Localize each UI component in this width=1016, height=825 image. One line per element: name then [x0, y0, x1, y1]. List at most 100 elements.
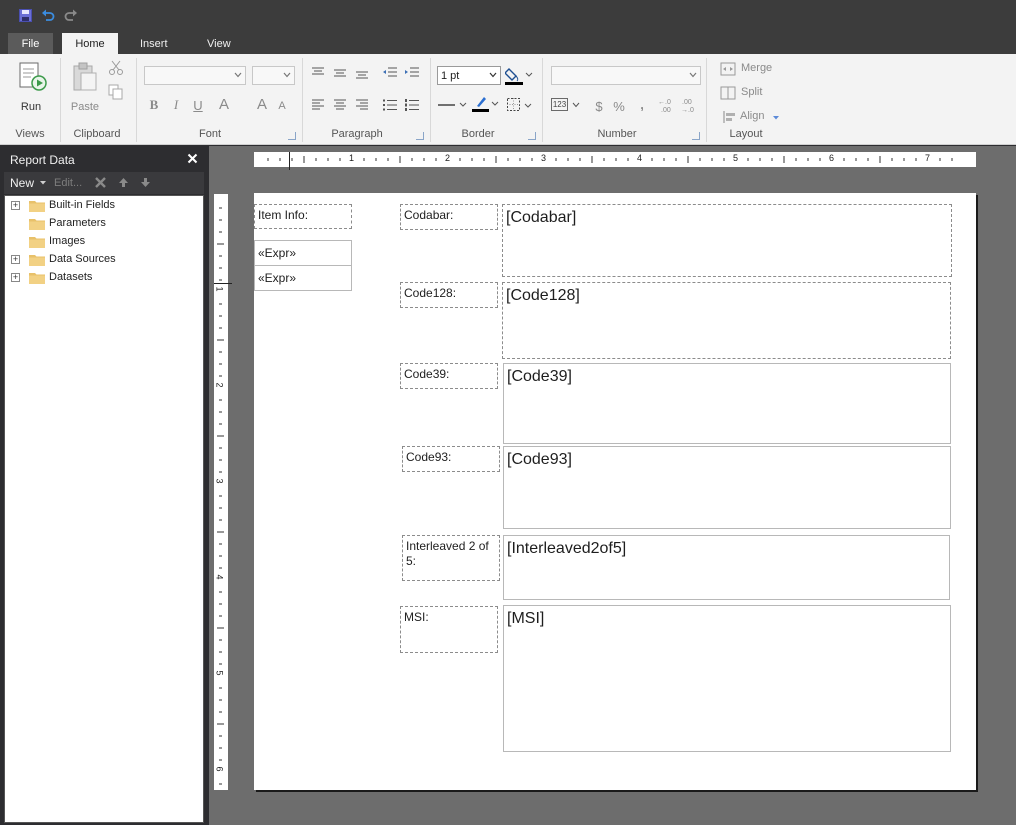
- italic-button[interactable]: I: [166, 95, 186, 115]
- align-top-icon[interactable]: [310, 66, 326, 83]
- report-data-tree: + Built-in Fields Parameters Images + Da…: [4, 195, 204, 823]
- msi-barcode[interactable]: [MSI]: [503, 605, 951, 752]
- font-size-select[interactable]: [252, 66, 295, 85]
- svg-text:.00: .00: [682, 99, 692, 106]
- shrink-font-button[interactable]: A: [272, 96, 292, 116]
- paste-label: Paste: [70, 101, 100, 113]
- align-center-icon[interactable]: [332, 98, 348, 115]
- code39-label[interactable]: Code39:: [400, 363, 498, 389]
- paste-button[interactable]: Paste: [66, 60, 104, 114]
- grow-font-button[interactable]: A: [252, 94, 272, 114]
- border-dialog-launcher[interactable]: [528, 132, 536, 140]
- fill-color-icon[interactable]: [504, 66, 533, 89]
- align-objects-icon: [723, 111, 735, 123]
- number-dialog-launcher[interactable]: [692, 132, 700, 140]
- move-down-icon[interactable]: [140, 177, 151, 191]
- codabar-barcode[interactable]: [Codabar]: [502, 204, 952, 277]
- tree-item-parameters[interactable]: Parameters: [5, 215, 203, 233]
- align-left-icon[interactable]: [310, 98, 326, 115]
- align-button[interactable]: Align: [722, 109, 782, 127]
- ruler-number: 2: [214, 382, 225, 388]
- ruler-number: 1: [349, 153, 355, 163]
- expand-icon[interactable]: +: [11, 255, 20, 264]
- border-color-icon[interactable]: [469, 94, 501, 117]
- tab-home[interactable]: Home: [62, 33, 118, 54]
- separator: [302, 58, 303, 142]
- ruler-number: 2: [445, 153, 451, 163]
- new-button[interactable]: New: [10, 176, 34, 190]
- border-width-select[interactable]: 1 pt: [437, 66, 501, 85]
- redo-icon[interactable]: [62, 6, 80, 24]
- align-middle-icon[interactable]: [332, 66, 348, 83]
- decrease-indent-icon[interactable]: [382, 66, 398, 83]
- bullets-icon[interactable]: [382, 98, 398, 115]
- increase-decimal-icon[interactable]: ←.0.00: [657, 96, 677, 117]
- undo-icon[interactable]: [39, 6, 57, 24]
- font-dialog-launcher[interactable]: [288, 132, 296, 140]
- code128-barcode[interactable]: [Code128]: [502, 282, 951, 359]
- tree-item-datasets[interactable]: + Datasets: [5, 269, 203, 287]
- merge-label: Merge: [741, 62, 773, 74]
- run-button[interactable]: Run: [13, 60, 49, 114]
- folder-icon: [29, 201, 45, 212]
- interleaved-2-of-5-label[interactable]: Interleaved 2 of 5:: [402, 535, 500, 581]
- expr-textbox-2[interactable]: «Expr»: [254, 265, 352, 291]
- cut-icon[interactable]: [108, 60, 124, 79]
- decrease-decimal-icon[interactable]: .00 →.0: [680, 96, 700, 117]
- code93-label[interactable]: Code93:: [402, 446, 500, 472]
- align-bottom-icon[interactable]: [354, 66, 370, 83]
- code93-barcode[interactable]: [Code93]: [503, 446, 951, 529]
- number-format-select[interactable]: [551, 66, 701, 85]
- paste-icon: [72, 62, 98, 95]
- separator: [430, 58, 431, 142]
- comma-button[interactable]: ,: [632, 94, 652, 114]
- edit-button[interactable]: Edit...: [54, 177, 82, 189]
- close-icon[interactable]: [187, 153, 198, 167]
- tree-item-label: Images: [49, 235, 86, 247]
- panel-title: Report Data: [10, 153, 75, 167]
- msi-label[interactable]: MSI:: [400, 606, 498, 653]
- borders-icon[interactable]: [506, 97, 534, 116]
- svg-text:←.0: ←.0: [658, 99, 671, 106]
- copy-icon[interactable]: [108, 84, 124, 103]
- item-info-textbox[interactable]: Item Info:: [254, 204, 352, 229]
- code39-barcode[interactable]: [Code39]: [503, 363, 951, 444]
- split-cells-icon: [720, 86, 736, 100]
- placeholder-button[interactable]: 123: [551, 97, 581, 115]
- paragraph-dialog-launcher[interactable]: [416, 132, 424, 140]
- underline-button[interactable]: U: [188, 95, 208, 115]
- numbering-icon[interactable]: [404, 98, 420, 115]
- tree-item-images[interactable]: Images: [5, 233, 203, 251]
- bold-button[interactable]: B: [144, 95, 164, 115]
- merge-cells-icon: [720, 62, 736, 76]
- interleaved-2-of-5-barcode[interactable]: [Interleaved2of5]: [503, 535, 950, 600]
- tab-view[interactable]: View: [197, 33, 241, 54]
- save-icon[interactable]: [16, 6, 34, 24]
- report-page[interactable]: Item Info: «Expr» «Expr» Codabar: [Codab…: [254, 193, 976, 790]
- align-right-icon[interactable]: [354, 98, 370, 115]
- chevron-down-icon: [283, 72, 291, 78]
- codabar-label[interactable]: Codabar:: [400, 204, 498, 230]
- tab-file[interactable]: File: [8, 33, 53, 54]
- ruler-number: 4: [637, 153, 643, 163]
- split-label: Split: [741, 86, 763, 98]
- border-style-icon[interactable]: [437, 98, 469, 115]
- tree-item-built-in-fields[interactable]: + Built-in Fields: [5, 197, 203, 215]
- tab-insert[interactable]: Insert: [130, 33, 178, 54]
- percent-button[interactable]: %: [609, 96, 629, 116]
- move-up-icon[interactable]: [118, 177, 129, 191]
- expand-icon[interactable]: +: [11, 201, 20, 210]
- folder-icon: [29, 255, 45, 266]
- expand-icon[interactable]: +: [11, 273, 20, 282]
- tree-item-data-sources[interactable]: + Data Sources: [5, 251, 203, 269]
- font-family-select[interactable]: [144, 66, 246, 85]
- delete-icon[interactable]: [94, 176, 107, 192]
- code128-label[interactable]: Code128:: [400, 282, 498, 308]
- chevron-down-icon: [234, 72, 242, 78]
- chevron-down-icon: [572, 102, 580, 108]
- currency-button[interactable]: $: [589, 96, 609, 116]
- expr-textbox-1[interactable]: «Expr»: [254, 240, 352, 266]
- font-color-button[interactable]: A: [214, 94, 234, 114]
- ribbon: Run Views Paste Clipboard B I U A A A Fo…: [0, 54, 1016, 145]
- increase-indent-icon[interactable]: [404, 66, 420, 83]
